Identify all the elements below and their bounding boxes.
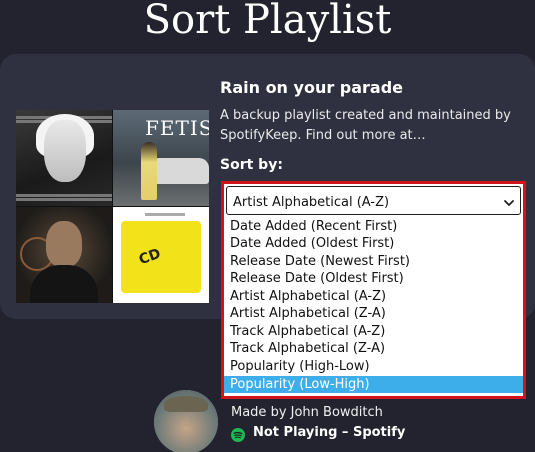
playlist-name: Rain on your parade: [220, 78, 404, 97]
album-cover-3: [16, 207, 112, 303]
sort-option-track-z-a[interactable]: Track Alphabetical (Z-A): [224, 340, 523, 357]
made-by-text: Made by John Bowditch: [231, 405, 383, 420]
album-cover-1: [16, 110, 112, 206]
page: Sort Playlist FETISH CD Rain on your par…: [0, 0, 535, 452]
sort-option-artist-a-z[interactable]: Artist Alphabetical (A-Z): [224, 288, 523, 305]
sort-option-release-date-newest[interactable]: Release Date (Newest First): [224, 253, 523, 270]
album-cover-2: FETISH: [113, 110, 209, 206]
sort-option-popularity-high-low[interactable]: Popularity (High-Low): [224, 358, 523, 375]
sort-option-track-a-z[interactable]: Track Alphabetical (A-Z): [224, 323, 523, 340]
sort-select-field[interactable]: Artist Alphabetical (A-Z): [226, 186, 521, 215]
sort-option-date-added-oldest[interactable]: Date Added (Oldest First): [224, 235, 523, 252]
author-avatar: [154, 390, 218, 452]
playlist-cover-mosaic: FETISH CD: [16, 110, 209, 303]
sort-options-list: Date Added (Recent First) Date Added (Ol…: [221, 218, 526, 399]
spotify-icon: [231, 428, 245, 442]
sort-select-value: Artist Alphabetical (A-Z): [233, 195, 390, 210]
playlist-description: A backup playlist created and maintained…: [220, 108, 511, 143]
sort-option-date-added-recent[interactable]: Date Added (Recent First): [224, 218, 523, 235]
sort-option-release-date-oldest[interactable]: Release Date (Oldest First): [224, 270, 523, 287]
chevron-down-icon[interactable]: [502, 196, 516, 210]
album-cover-2-title: FETISH: [145, 116, 209, 140]
sort-select[interactable]: Artist Alphabetical (A-Z): [221, 181, 526, 218]
page-title: Sort Playlist: [143, 0, 392, 43]
sort-option-artist-z-a[interactable]: Artist Alphabetical (Z-A): [224, 305, 523, 322]
sort-by-label: Sort by:: [220, 157, 283, 173]
album-cover-4: CD: [113, 207, 209, 303]
now-playing-status: Not Playing – Spotify: [253, 425, 406, 440]
sort-option-popularity-low-high[interactable]: Popularity (Low-High): [224, 376, 523, 393]
